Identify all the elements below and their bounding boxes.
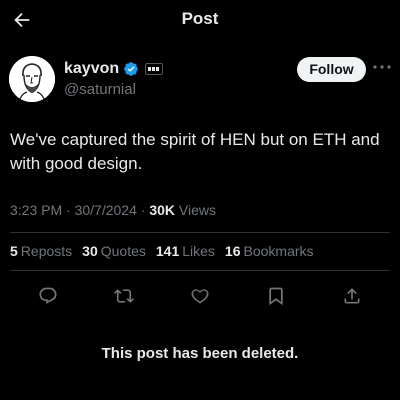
post-date[interactable]: 30/7/2024 bbox=[75, 202, 137, 218]
author-handle[interactable]: @saturnial bbox=[64, 81, 163, 98]
author-name[interactable]: kayvon bbox=[64, 60, 119, 78]
like-icon bbox=[191, 289, 209, 304]
affiliate-badge-icon[interactable] bbox=[145, 63, 164, 75]
verified-badge-icon[interactable] bbox=[123, 61, 139, 77]
reply-icon bbox=[39, 287, 57, 304]
post-meta: 3:23 PM · 30/7/2024 · 30K Views bbox=[10, 202, 216, 218]
share-icon bbox=[344, 288, 360, 304]
divider bbox=[10, 232, 390, 233]
views-label: Views bbox=[178, 202, 217, 218]
follow-button[interactable]: Follow bbox=[297, 57, 366, 82]
avatar[interactable] bbox=[9, 56, 55, 102]
author-block: kayvon @saturnial bbox=[64, 59, 164, 98]
divider bbox=[10, 270, 390, 271]
more-dots-icon bbox=[373, 65, 391, 69]
repost-button[interactable] bbox=[112, 284, 136, 308]
bookmark-button[interactable] bbox=[264, 284, 288, 308]
meta-separator: · bbox=[66, 202, 71, 218]
quotes-count: 30 bbox=[82, 243, 98, 259]
engagement-stats: 5 Reposts 30 Quotes 141 Likes 16 Bookmarks bbox=[10, 243, 314, 259]
bookmarks-label: Bookmarks bbox=[243, 243, 314, 259]
reply-button[interactable] bbox=[36, 284, 60, 308]
quotes-label: Quotes bbox=[100, 243, 146, 259]
post-time[interactable]: 3:23 PM bbox=[10, 202, 62, 218]
likes-label: Likes bbox=[182, 243, 215, 259]
top-bar: Post bbox=[0, 0, 400, 40]
page-title: Post bbox=[181, 9, 219, 28]
likes-count: 141 bbox=[155, 243, 180, 259]
views-count: 30K bbox=[149, 202, 176, 218]
reposts-stat[interactable]: 5 Reposts bbox=[10, 243, 72, 259]
meta-separator: · bbox=[140, 202, 146, 218]
repost-icon bbox=[114, 289, 134, 303]
more-options-button[interactable] bbox=[372, 60, 392, 74]
reposts-count: 5 bbox=[10, 243, 18, 259]
likes-stat[interactable]: 141 Likes bbox=[156, 243, 215, 259]
post-text: We've captured the spirit of HEN but on … bbox=[10, 130, 380, 173]
action-bar bbox=[0, 284, 400, 308]
reposts-label: Reposts bbox=[20, 243, 73, 259]
quotes-stat[interactable]: 30 Quotes bbox=[82, 243, 146, 259]
bookmark-icon bbox=[269, 287, 283, 306]
share-button[interactable] bbox=[340, 284, 364, 308]
bookmarks-count: 16 bbox=[224, 243, 241, 259]
like-button[interactable] bbox=[188, 284, 212, 308]
bookmarks-stat[interactable]: 16 Bookmarks bbox=[225, 243, 314, 259]
avatar-face-icon bbox=[9, 56, 55, 102]
deleted-notice: This post has been deleted. bbox=[101, 345, 299, 362]
